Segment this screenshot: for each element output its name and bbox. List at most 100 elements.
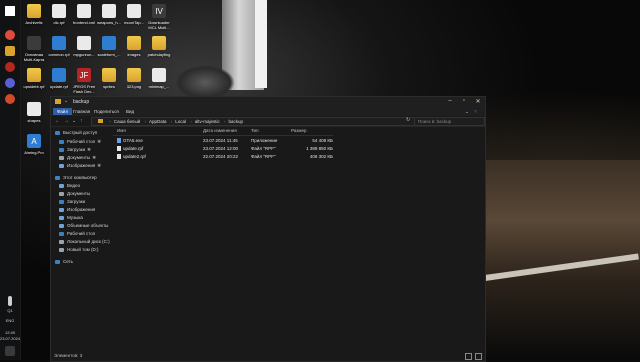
tab-view[interactable]: Вид (126, 109, 134, 114)
nav-item-desktop[interactable]: Рабочий стол ✱ (59, 139, 101, 145)
nav-item-3d-objects[interactable]: Объемные объекты (59, 223, 108, 228)
nav-item-drive-c[interactable]: Локальный диск (C:) (59, 239, 110, 244)
clock-date[interactable]: 23.07.2024 (0, 336, 20, 341)
nav-item-network[interactable]: Сеть (55, 259, 73, 264)
file-row[interactable]: update2.rpf 22.07.2024 20:22 Файл "RPF" … (113, 153, 373, 160)
language-indicator[interactable]: ENG (0, 318, 20, 323)
desktop-icon-item[interactable]: update.rpf (47, 68, 71, 89)
desktop-icon-item[interactable]: common.rpf (47, 36, 71, 57)
nav-item-quick-access[interactable]: Быстрый доступ (55, 130, 97, 135)
drive-icon (59, 239, 64, 244)
up-button[interactable]: ↑ (80, 118, 83, 124)
desktop-icon-item[interactable]: sprites (97, 68, 121, 89)
nav-item-pictures[interactable]: Изображения (59, 207, 95, 212)
column-header-size[interactable]: Размер (291, 127, 306, 135)
file-explorer-window[interactable]: ⌄ backup – ▫ ✕ Файл Главная Поделиться В… (50, 96, 486, 362)
nav-item-documents[interactable]: Документы ✱ (59, 155, 96, 161)
pin-icon: ✱ (97, 139, 102, 144)
discord-icon[interactable] (5, 78, 15, 88)
download-icon (59, 199, 64, 204)
file-explorer-icon[interactable] (5, 46, 15, 56)
documents-icon (59, 191, 64, 196)
app-icon-orange[interactable] (5, 94, 15, 104)
desktop-icon-item[interactable]: mpgunrun... (72, 36, 96, 57)
desktop-icon-item[interactable]: shapes (22, 102, 46, 123)
large-icons-view-icon[interactable] (475, 353, 482, 360)
desktop-icon-item[interactable]: Archivefix (22, 4, 46, 25)
desktop-icon-item[interactable]: dlc.rpf (47, 4, 71, 25)
quick-access-toolbar-icon[interactable]: ⌄ (64, 98, 68, 104)
file-icon (77, 36, 91, 50)
download-icon (59, 147, 64, 152)
nav-item-desktop[interactable]: Рабочий стол (59, 231, 95, 236)
tab-file[interactable]: Файл (53, 108, 73, 115)
app-icon-red[interactable] (5, 62, 15, 72)
breadcrumb-item[interactable]: AppData (149, 119, 167, 124)
desktop-icon-item[interactable]: patchdayfing (147, 36, 171, 57)
file-date: 23.07.2024 11:45 (203, 138, 238, 143)
nav-item-downloads[interactable]: Загрузки (59, 199, 85, 204)
column-header-date[interactable]: Дата изменения (203, 127, 237, 135)
desktop-icon-item[interactable]: frontend.xml (72, 4, 96, 25)
microphone-icon[interactable] (8, 296, 12, 306)
column-header-type[interactable]: Тип (251, 127, 259, 135)
nav-item-documents[interactable]: Документы (59, 191, 90, 196)
details-view-icon[interactable] (465, 353, 472, 360)
desktop-icon-item[interactable]: minimap_... (147, 68, 171, 89)
desktop-icon-item[interactable]: scaleform_... (97, 36, 121, 57)
folder-icon (27, 68, 41, 82)
nav-item-music[interactable]: Музыка (59, 215, 83, 220)
breadcrumb-item[interactable]: Local (175, 119, 186, 124)
desktop-icon-item[interactable]: upsidebt.rpf (22, 68, 46, 89)
file-date: 22.07.2024 20:22 (203, 154, 239, 159)
breadcrumb-item[interactable]: altv-majestic (195, 119, 220, 124)
file-icon (27, 102, 41, 116)
desktop-icon-item[interactable]: weapons_h... (97, 4, 121, 25)
pin-icon: ✱ (97, 163, 102, 168)
archive-icon (102, 36, 116, 50)
file-icon (52, 4, 66, 18)
desktop-icon-item[interactable]: JF JPEGS Free Flash Dec... (72, 68, 96, 94)
nav-item-drive-d[interactable]: Новый том (D:) (59, 247, 99, 252)
refresh-icon[interactable]: ↻ (406, 117, 410, 123)
nav-item-videos[interactable]: Видео (59, 183, 80, 188)
maximize-button[interactable]: ▫ (457, 98, 471, 104)
desktop-icon-item[interactable]: A Aiming.Pro (22, 134, 46, 155)
file-row[interactable]: update.rpf 23.07.2024 12:00 Файл "RPF" 1… (113, 145, 373, 152)
window-titlebar[interactable]: ⌄ backup – ▫ ✕ (51, 97, 485, 107)
expand-ribbon-icon[interactable]: ⌄ (465, 109, 469, 115)
notification-indicator[interactable]: Q1 (0, 308, 20, 313)
taskbar: Q1 ENG 12:49 23.07.2024 (0, 0, 21, 360)
nav-item-downloads[interactable]: Загрузки ✱ (59, 147, 91, 153)
desktop-icon-item[interactable]: 323.png (122, 68, 146, 89)
close-button[interactable]: ✕ (471, 98, 485, 105)
clock-time[interactable]: 12:49 (0, 330, 20, 335)
minimize-button[interactable]: – (443, 98, 457, 104)
tab-home[interactable]: Главная (73, 109, 90, 114)
file-type: Файл "RPF" (251, 146, 276, 151)
tab-share[interactable]: Поделиться (94, 109, 119, 114)
desktop-icon-item[interactable]: images (122, 36, 146, 57)
recent-locations-icon[interactable]: ⌄ (72, 118, 76, 124)
start-icon[interactable] (5, 6, 15, 16)
help-icon[interactable]: ? (474, 109, 477, 114)
nav-item-pictures[interactable]: Изображения ✱ (59, 163, 101, 169)
desktop-icon-item[interactable]: moonTap... (122, 4, 146, 25)
forward-button[interactable]: → (64, 118, 69, 124)
desktop-icon-item[interactable]: IV Downloader MCL Multi... (147, 4, 171, 30)
nav-item-this-pc[interactable]: Этот компьютер (55, 175, 97, 180)
file-row[interactable]: GTA5.exe 23.07.2024 11:45 Приложение 54 … (113, 137, 373, 144)
breadcrumb-item[interactable]: backup (229, 119, 244, 124)
breadcrumb-item[interactable]: Саша белый (114, 119, 140, 124)
back-button[interactable]: ← (55, 118, 60, 124)
chrome-icon[interactable] (5, 30, 15, 40)
desktop-icon (59, 231, 64, 236)
ribbon-tabs: Файл Главная Поделиться Вид ⌄ ? (51, 107, 485, 116)
pin-icon: ✱ (92, 155, 96, 160)
folder-icon (55, 99, 61, 104)
address-path[interactable]: › Саша белый › AppData › Local › altv-majest… (91, 117, 417, 126)
column-header-name[interactable]: Имя (117, 127, 126, 135)
notifications-icon[interactable] (5, 346, 15, 356)
search-input[interactable]: Поиск в: backup (414, 117, 485, 126)
desktop-icon-item[interactable]: Основная Multi-Карта (22, 36, 46, 62)
